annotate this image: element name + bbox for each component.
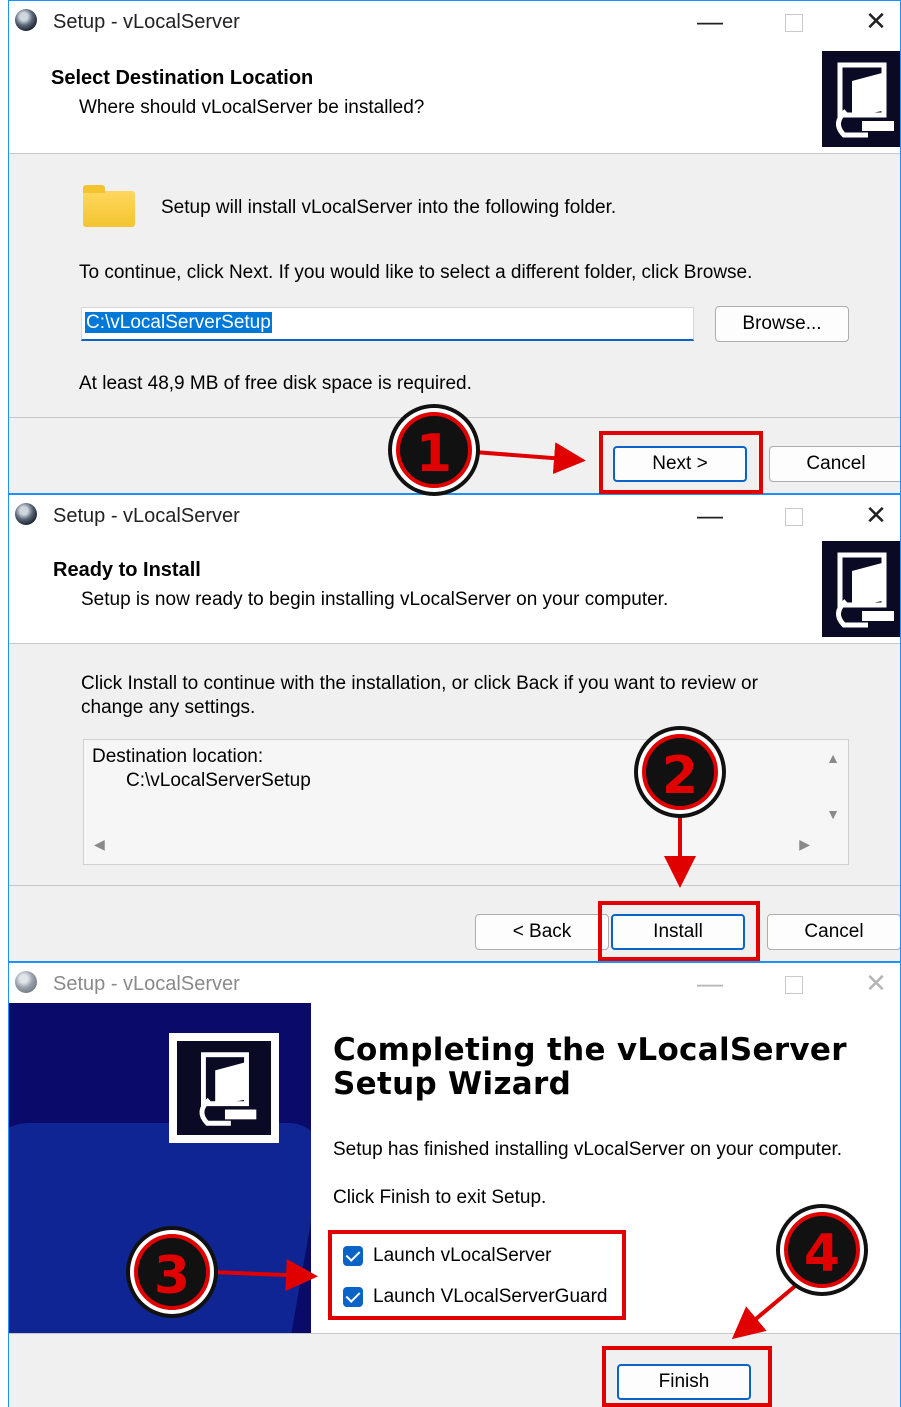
disk-space-note: At least 48,9 MB of free disk space is r…: [79, 373, 472, 394]
browse-button[interactable]: Browse...: [715, 306, 849, 342]
ready-memo-box[interactable]: Destination location: C:\vLocalServerSet…: [83, 739, 849, 865]
scroll-left-icon[interactable]: ◀: [94, 836, 105, 853]
minimize-button[interactable]: —: [690, 5, 730, 37]
step-badge-3: 3: [130, 1230, 214, 1314]
maximize-icon: [785, 14, 803, 33]
highlight-next-button: [599, 431, 763, 494]
install-instruction-line2: change any settings.: [81, 697, 256, 718]
page-subtitle: Setup is now ready to begin installing v…: [81, 589, 669, 610]
folder-icon: [83, 185, 135, 227]
setup-app-icon: [15, 971, 37, 993]
setup-window-completing: Setup - vLocalServer — ✕ Completing the …: [8, 962, 901, 1407]
computer-install-icon: [169, 1033, 279, 1143]
step-badge-1: 1: [392, 408, 476, 492]
scroll-right-icon[interactable]: ▶: [799, 836, 810, 853]
page-title: Ready to Install: [53, 559, 201, 581]
cancel-button[interactable]: Cancel: [767, 914, 900, 950]
minimize-button[interactable]: —: [690, 499, 730, 531]
setup-app-icon: [15, 503, 37, 525]
page-subtitle: Where should vLocalServer be installed?: [79, 97, 425, 118]
maximize-button[interactable]: [774, 5, 814, 37]
memo-destination-value: C:\vLocalServerSetup: [126, 770, 311, 791]
destination-path-input[interactable]: C:\vLocalServerSetup: [81, 307, 694, 341]
close-button[interactable]: ✕: [856, 967, 896, 999]
minimize-button[interactable]: —: [690, 967, 730, 999]
wizard-footer: < Back Install Cancel: [9, 885, 900, 961]
memo-destination-label: Destination location:: [92, 746, 264, 767]
maximize-button[interactable]: [774, 967, 814, 999]
finished-message: Setup has finished installing vLocalServ…: [333, 1139, 843, 1160]
highlight-checkboxes: [328, 1230, 626, 1320]
setup-app-icon: [15, 9, 37, 31]
title-bar: Setup - vLocalServer — ✕: [9, 963, 900, 1003]
step-badge-4: 4: [780, 1208, 864, 1292]
back-button[interactable]: < Back: [475, 914, 609, 950]
wizard-header: Select Destination Location Where should…: [9, 41, 900, 154]
highlight-install-button: [598, 901, 760, 961]
scroll-up-icon[interactable]: ▲: [826, 750, 840, 766]
completing-title-line2: Setup Wizard: [333, 1066, 572, 1102]
window-title: Setup - vLocalServer: [53, 505, 240, 527]
computer-install-icon: [822, 541, 900, 637]
title-bar: Setup - vLocalServer — ✕: [9, 1, 900, 41]
computer-install-icon: [822, 51, 900, 147]
maximize-icon: [785, 976, 803, 995]
setup-window-ready-to-install: Setup - vLocalServer — ✕ Ready to Instal…: [8, 494, 901, 962]
maximize-icon: [785, 508, 803, 527]
exit-instruction: Click Finish to exit Setup.: [333, 1187, 547, 1208]
scroll-down-icon[interactable]: ▼: [826, 806, 840, 822]
window-title: Setup - vLocalServer: [53, 11, 240, 33]
wizard-header: Ready to Install Setup is now ready to b…: [9, 535, 900, 644]
maximize-button[interactable]: [774, 499, 814, 531]
path-value: C:\vLocalServerSetup: [85, 312, 272, 333]
close-button[interactable]: ✕: [856, 5, 896, 37]
highlight-finish-button: [602, 1346, 772, 1407]
browse-instruction: To continue, click Next. If you would li…: [79, 262, 753, 283]
close-button[interactable]: ✕: [856, 499, 896, 531]
window-title: Setup - vLocalServer: [53, 973, 240, 995]
cancel-button[interactable]: Cancel: [769, 446, 900, 482]
title-bar: Setup - vLocalServer — ✕: [9, 495, 900, 535]
install-instruction-line1: Click Install to continue with the insta…: [81, 673, 758, 694]
completing-title-line1: Completing the vLocalServer: [333, 1032, 847, 1068]
step-badge-2: 2: [638, 730, 722, 814]
install-folder-message: Setup will install vLocalServer into the…: [161, 197, 617, 218]
page-title: Select Destination Location: [51, 67, 314, 89]
